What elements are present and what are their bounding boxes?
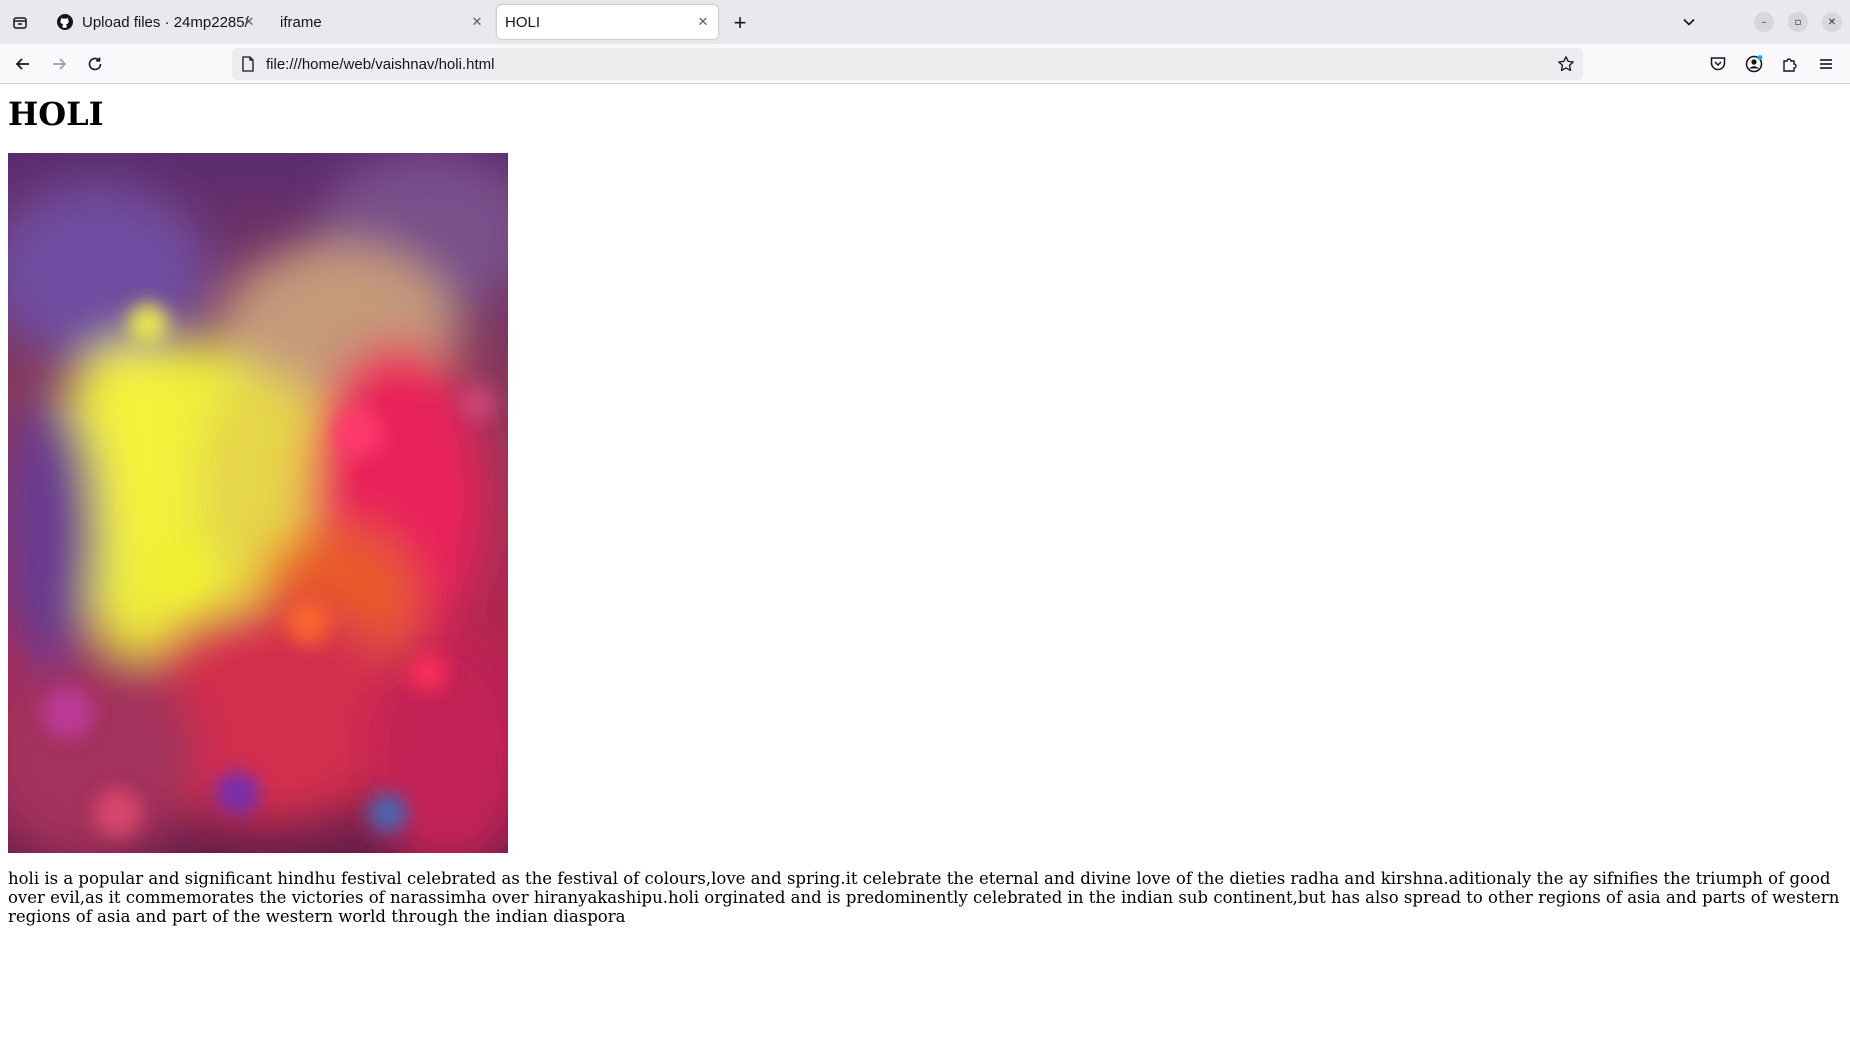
account-icon [1745, 55, 1763, 73]
holi-description-paragraph: holi is a popular and significant hindhu… [8, 869, 1840, 926]
menu-button[interactable] [1812, 50, 1840, 78]
hamburger-menu-icon [1820, 59, 1832, 69]
arrow-right-icon [53, 58, 67, 70]
close-tab-icon[interactable]: ✕ [694, 13, 712, 31]
forward-button[interactable] [44, 50, 74, 78]
tab-title: Upload files · 24mp2285/ [82, 13, 249, 31]
pocket-icon [1710, 57, 1726, 71]
back-button[interactable] [8, 50, 38, 78]
page-icon [240, 56, 256, 72]
photo-of-holi-crowd-icon [8, 153, 508, 853]
list-all-tabs-button[interactable] [1677, 10, 1701, 34]
restore-icon: ▫ [1794, 16, 1802, 28]
arrow-left-icon [15, 58, 29, 70]
bookmark-star-icon[interactable] [1555, 53, 1577, 75]
minimize-button[interactable]: – [1754, 12, 1774, 32]
pocket-button[interactable] [1704, 50, 1732, 78]
new-tab-button[interactable]: + [726, 9, 754, 37]
extensions-button[interactable] [1776, 50, 1804, 78]
holi-festival-image [8, 153, 508, 853]
navigation-toolbar: file:///home/web/vaishnav/holi.html [0, 44, 1850, 84]
tab-holi[interactable]: HOLI ✕ [497, 5, 718, 39]
tab-list-icon [13, 17, 27, 29]
tab-iframe[interactable]: iframe ✕ [270, 5, 492, 39]
puzzle-icon [1783, 58, 1797, 72]
minimize-icon: – [1761, 16, 1767, 28]
close-icon: ✕ [1827, 16, 1837, 28]
account-button[interactable] [1740, 50, 1768, 78]
chevron-down-icon [1683, 18, 1695, 26]
tab-overview-button[interactable] [6, 9, 34, 37]
address-bar[interactable]: file:///home/web/vaishnav/holi.html [232, 48, 1583, 80]
tab-upload-files[interactable]: Upload files · 24mp2285/ ✕ [44, 5, 264, 39]
tab-title: HOLI [505, 13, 541, 31]
plus-icon: + [733, 10, 747, 35]
page-viewport: HOLI holi is a popular and significant h… [0, 85, 1850, 1053]
tab-title: iframe [280, 13, 322, 31]
url-text[interactable]: file:///home/web/vaishnav/holi.html [266, 56, 494, 73]
restore-button[interactable]: ▫ [1788, 12, 1808, 32]
github-icon [56, 13, 74, 31]
close-window-button[interactable]: ✕ [1822, 12, 1842, 32]
close-tab-icon[interactable]: ✕ [240, 13, 258, 31]
tab-strip: Upload files · 24mp2285/ ✕ iframe ✕ HOLI… [0, 0, 1850, 44]
reload-button[interactable] [80, 50, 110, 78]
reload-icon [88, 57, 102, 71]
close-tab-icon[interactable]: ✕ [468, 13, 486, 31]
page-heading: HOLI [8, 95, 104, 133]
